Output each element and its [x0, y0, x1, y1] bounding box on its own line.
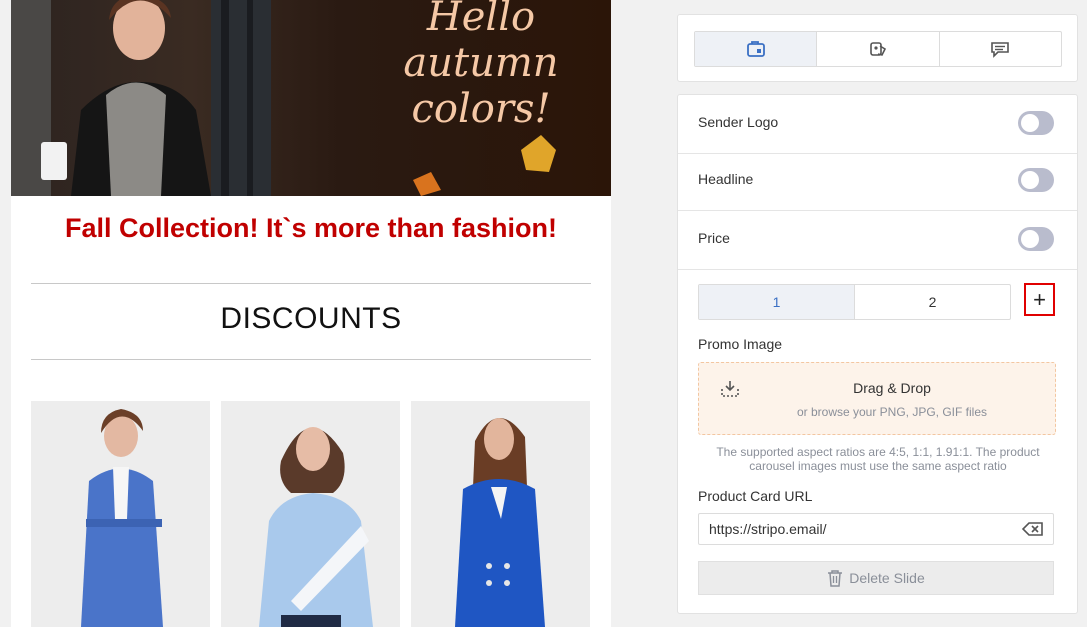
- message-icon: [991, 42, 1010, 58]
- clear-input-icon[interactable]: [1022, 522, 1044, 536]
- price-toggle[interactable]: [1018, 227, 1054, 251]
- promo-image-label: Promo Image: [698, 336, 783, 352]
- product-photo: [221, 401, 400, 627]
- product-image-blue-blazer: [411, 401, 590, 627]
- toggle-label: Headline: [698, 171, 754, 187]
- product-card-url-label: Product Card URL: [698, 488, 813, 504]
- tab-settings[interactable]: [817, 32, 940, 66]
- toggle-row-sender-logo: Sender Logo: [678, 95, 1077, 154]
- toggle-label: Price: [698, 230, 730, 246]
- delete-slide-label: Delete Slide: [849, 570, 925, 586]
- product-card-url-input[interactable]: [698, 513, 1054, 545]
- product-photo: [31, 401, 210, 627]
- banner-line: colors!: [411, 86, 551, 132]
- aspect-ratio-hint: The supported aspect ratios are 4:5, 1:1…: [716, 445, 1040, 473]
- settings-tag-icon: [870, 42, 887, 56]
- banner-line: autumn: [403, 40, 559, 86]
- toggle-label: Sender Logo: [698, 114, 779, 130]
- product-image-blue-coat: [31, 401, 210, 627]
- tab-content[interactable]: [695, 32, 818, 66]
- email-preview: Hello autumn colors! Fall Collection! It…: [11, 0, 611, 627]
- headline-toggle[interactable]: [1018, 168, 1054, 192]
- delete-slide-button[interactable]: Delete Slide: [698, 561, 1054, 595]
- dropzone-title: Drag & Drop: [853, 380, 931, 396]
- trash-icon: [828, 570, 843, 587]
- banner-slogan: Hello autumn colors!: [371, 0, 591, 132]
- banner-line: Hello: [426, 0, 536, 40]
- promo-image-dropzone[interactable]: Drag & Drop or browse your PNG, JPG, GIF…: [698, 362, 1056, 435]
- dropzone-subtitle: or browse your PNG, JPG, GIF files: [796, 405, 988, 419]
- slide-tabs: 1 2: [698, 284, 1011, 320]
- sender-logo-toggle[interactable]: [1018, 111, 1054, 135]
- email-headline: Fall Collection! It`s more than fashion!: [64, 213, 558, 243]
- divider: [31, 283, 591, 284]
- tab-messages[interactable]: [940, 32, 1061, 66]
- autumn-banner-image: Hello autumn colors!: [11, 0, 611, 196]
- section-title: DISCOUNTS: [220, 302, 402, 335]
- slide-settings-card: Sender Logo Headline Price 1 2 + Promo I…: [677, 94, 1078, 614]
- content-card-icon: [746, 41, 765, 57]
- slide-tab-1[interactable]: 1: [699, 285, 855, 319]
- slide-tab-2[interactable]: 2: [855, 285, 1010, 319]
- product-image-light-blue-sweater: [221, 401, 400, 627]
- toggle-row-headline: Headline: [678, 152, 1077, 211]
- product-photo: [411, 401, 590, 627]
- add-slide-button[interactable]: +: [1024, 283, 1055, 316]
- panel-tabs: [694, 31, 1062, 67]
- panel-tabs-card: [677, 14, 1078, 82]
- toggle-row-price: Price: [678, 211, 1077, 270]
- divider: [31, 359, 591, 360]
